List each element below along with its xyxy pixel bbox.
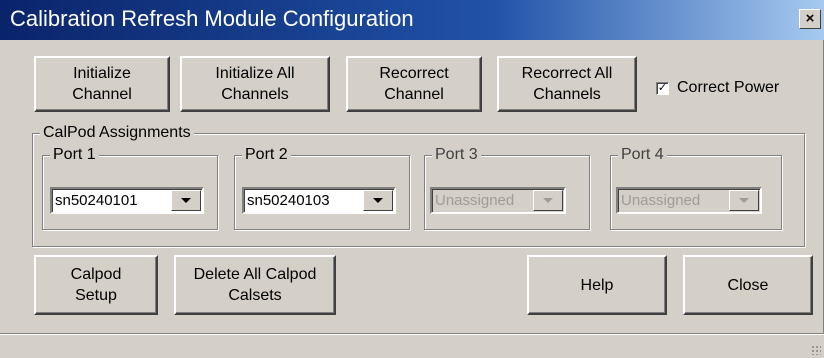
recorrect-channel-button[interactable]: Recorrect Channel [346,56,482,112]
chevron-down-icon [543,198,553,203]
resize-grip-icon[interactable] [811,345,821,355]
calpod-setup-button[interactable]: Calpod Setup [34,255,158,315]
recorrect-all-channels-button[interactable]: Recorrect All Channels [497,56,637,112]
correct-power-option[interactable]: ✓ Correct Power [656,77,779,99]
port-2-dropdown-button[interactable] [363,190,393,211]
window-title: Calibration Refresh Module Configuration [10,6,414,31]
port-2-select[interactable]: sn50240103 [242,187,396,214]
calpod-assignments-label: CalPod Assignments [40,124,194,142]
port-3-select: Unassigned [430,187,566,214]
title-bar[interactable]: Calibration Refresh Module Configuration… [0,0,824,40]
chevron-down-icon [373,198,383,203]
port-1-select[interactable]: sn50240101 [50,187,204,214]
port-4-label: Port 4 [618,146,667,164]
port-3-label: Port 3 [432,146,481,164]
help-button[interactable]: Help [527,255,667,315]
port-4-dropdown-button [729,190,759,211]
delete-all-calsets-button[interactable]: Delete All Calpod Calsets [174,255,336,315]
close-window-button[interactable]: × [799,9,821,29]
port-2-label: Port 2 [242,146,291,164]
status-bar [0,333,824,358]
port-2-value: sn50240103 [247,192,330,209]
port-1-dropdown-button[interactable] [171,190,201,211]
port-4-value: Unassigned [621,192,701,209]
port-3-value: Unassigned [435,192,515,209]
port-1-value: sn50240101 [55,192,138,209]
chevron-down-icon [181,198,191,203]
port-1-label: Port 1 [50,146,99,164]
initialize-all-channels-button[interactable]: Initialize All Channels [180,56,330,112]
correct-power-label: Correct Power [677,79,780,96]
chevron-down-icon [739,198,749,203]
port-4-select: Unassigned [616,187,762,214]
calibration-dialog: Calibration Refresh Module Configuration… [0,0,824,358]
close-icon: × [805,10,815,27]
initialize-channel-button[interactable]: Initialize Channel [34,56,170,112]
correct-power-checkbox[interactable]: ✓ [656,81,669,95]
close-button[interactable]: Close [683,255,813,315]
port-3-dropdown-button [533,190,563,211]
